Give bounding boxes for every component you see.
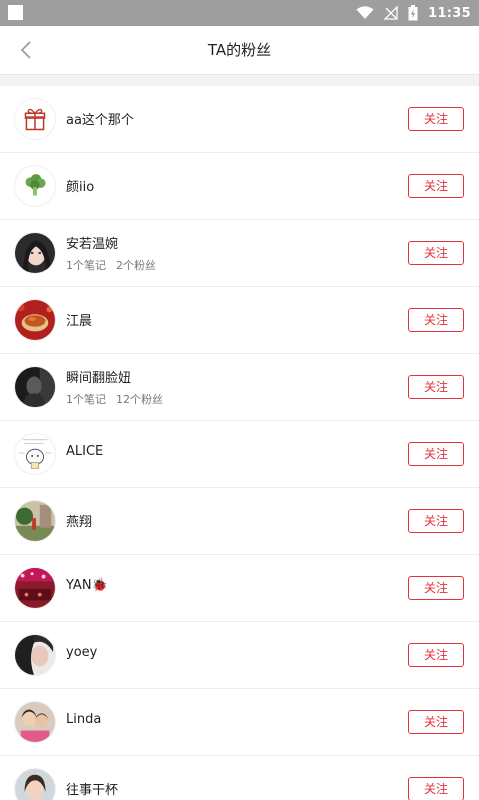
couple-photo-avatar[interactable] [14, 701, 56, 743]
follow-button[interactable]: 关注 [408, 777, 464, 800]
selfie-avatar[interactable] [14, 634, 56, 676]
follower-list: aa这个那个 关注 颜iio 关注 安若温婉 1个笔记 2个粉丝 关注 江晨 关… [0, 86, 479, 800]
follower-row[interactable]: yoey 关注 [0, 622, 479, 689]
follower-row[interactable]: 往事干杯 关注 [0, 756, 479, 800]
cartoon-avatar[interactable] [14, 433, 56, 475]
fans-count: 2个粉丝 [116, 259, 156, 272]
follower-row[interactable]: ALICE 关注 [0, 421, 479, 488]
battery-charging-icon [408, 5, 418, 21]
wifi-icon [356, 6, 374, 19]
follow-button[interactable]: 关注 [408, 375, 464, 399]
follower-row[interactable]: Linda 关注 [0, 689, 479, 756]
food-photo-avatar[interactable] [14, 299, 56, 341]
signal-off-icon [384, 6, 398, 20]
follow-button[interactable]: 关注 [408, 241, 464, 265]
follower-row[interactable]: YAN🐞 关注 [0, 555, 479, 622]
clock: 11:35 [428, 5, 471, 21]
follower-row[interactable]: 燕翔 关注 [0, 488, 479, 555]
follower-name: Linda [66, 712, 102, 727]
red-lights-avatar[interactable] [14, 567, 56, 609]
follow-button[interactable]: 关注 [408, 308, 464, 332]
fans-count: 12个粉丝 [116, 393, 163, 406]
follow-button[interactable]: 关注 [408, 107, 464, 131]
page-title: TA的粉丝 [207, 41, 272, 59]
follow-button[interactable]: 关注 [408, 509, 464, 533]
header: TA的粉丝 [0, 26, 479, 74]
broccoli-avatar[interactable] [14, 165, 56, 207]
follower-name: 燕翔 [66, 515, 93, 530]
follower-row[interactable]: 江晨 关注 [0, 287, 479, 354]
follower-name: 往事干杯 [66, 783, 119, 798]
woman-portrait-avatar[interactable] [14, 232, 56, 274]
status-icons: 11:35 [356, 0, 471, 26]
follower-stats: 1个笔记 12个粉丝 [66, 391, 163, 407]
follow-button[interactable]: 关注 [408, 442, 464, 466]
follower-name: 颜iio [66, 180, 95, 195]
dark-portrait-avatar[interactable] [14, 366, 56, 408]
follower-name: aa这个那个 [66, 113, 134, 128]
girl-photo-avatar[interactable] [14, 768, 56, 800]
follower-name: YAN🐞 [66, 578, 108, 593]
follower-name: 江晨 [66, 314, 93, 329]
notes-count: 1个笔记 [66, 259, 106, 272]
follower-name: 安若温婉 [66, 237, 119, 252]
follower-stats: 1个笔记 2个粉丝 [66, 257, 156, 273]
follow-button[interactable]: 关注 [408, 710, 464, 734]
follow-button[interactable]: 关注 [408, 174, 464, 198]
status-bar: 11:35 [0, 0, 479, 26]
follower-row[interactable]: 瞬间翻脸妞 1个笔记 12个粉丝 关注 [0, 354, 479, 421]
notification-icon [8, 5, 23, 20]
notes-count: 1个笔记 [66, 393, 106, 406]
follower-row[interactable]: 颜iio 关注 [0, 153, 479, 220]
follow-button[interactable]: 关注 [408, 643, 464, 667]
follower-row[interactable]: aa这个那个 关注 [0, 86, 479, 153]
follow-button[interactable]: 关注 [408, 576, 464, 600]
gift-avatar[interactable] [14, 98, 56, 140]
outdoor-photo-avatar[interactable] [14, 500, 56, 542]
follower-name: 瞬间翻脸妞 [66, 371, 132, 386]
follower-name: yoey [66, 645, 98, 660]
follower-name: ALICE [66, 444, 104, 459]
header-divider [0, 74, 479, 86]
follower-row[interactable]: 安若温婉 1个笔记 2个粉丝 关注 [0, 220, 479, 287]
